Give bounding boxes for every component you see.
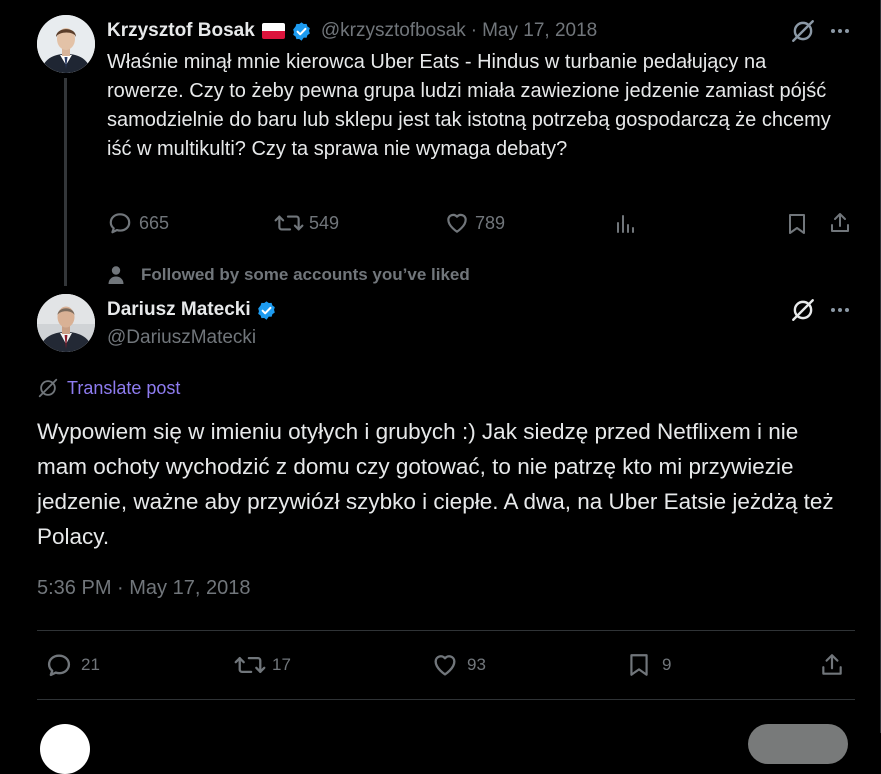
heart-icon: [431, 651, 459, 679]
parent-tweet[interactable]: Krzysztof Bosak @krzysztofbosak · May 17…: [0, 0, 881, 286]
main-like-button[interactable]: 93: [431, 651, 486, 679]
parent-share-button[interactable]: [828, 210, 852, 236]
grok-icon[interactable]: [790, 297, 816, 323]
heart-icon: [444, 210, 470, 236]
reply-icon: [107, 210, 133, 236]
repost-icon: [274, 210, 304, 236]
parent-repost-button[interactable]: 549: [274, 210, 339, 236]
main-repost-count: 17: [272, 655, 291, 674]
bookmark-icon: [626, 651, 652, 679]
more-options-icon[interactable]: [828, 21, 852, 41]
social-context: Followed by some accounts you’ve liked: [107, 265, 470, 285]
parent-handle[interactable]: @krzysztofbosak: [321, 20, 466, 42]
grok-icon[interactable]: [790, 18, 816, 44]
parent-bookmark-button[interactable]: [785, 211, 809, 237]
main-tweet-timestamp[interactable]: 5:36 PM · May 17, 2018: [37, 577, 250, 600]
parent-views-button[interactable]: [614, 211, 638, 237]
parent-separator: ·: [470, 20, 478, 41]
main-tweet-text: Wypowiem się w imieniu otyłych i grubych…: [37, 419, 834, 549]
poland-flag-icon: [261, 23, 285, 39]
parent-reply-count: 665: [139, 212, 170, 233]
translate-icon: [37, 377, 59, 399]
main-bookmark-button[interactable]: 9: [626, 651, 671, 679]
verified-badge-icon[interactable]: [291, 21, 312, 42]
share-icon: [828, 210, 852, 236]
composer-reply-button[interactable]: [748, 724, 848, 764]
main-like-count: 93: [467, 655, 486, 674]
main-author-name[interactable]: Dariusz Matecki: [107, 299, 251, 321]
more-options-icon[interactable]: [828, 300, 852, 320]
main-share-button[interactable]: [819, 651, 845, 679]
parent-author-name[interactable]: Krzysztof Bosak: [107, 20, 255, 42]
verified-badge-icon[interactable]: [256, 300, 277, 321]
main-avatar[interactable]: [37, 294, 95, 352]
composer-avatar[interactable]: [40, 724, 90, 774]
repost-icon: [234, 651, 266, 679]
main-reply-button[interactable]: 21: [45, 651, 100, 679]
main-bookmark-count: 9: [662, 655, 672, 674]
divider-bottom: [37, 699, 855, 700]
translate-post-link[interactable]: Translate post: [37, 377, 180, 399]
parent-tweet-text: Właśnie minął mnie kierowca Uber Eats - …: [107, 51, 831, 160]
share-icon: [819, 651, 845, 679]
parent-reply-button[interactable]: 665: [107, 210, 169, 236]
social-context-label: Followed by some accounts you’ve liked: [141, 265, 470, 284]
main-actions-bar: 21 17 93 9: [37, 631, 855, 699]
main-author-block: Dariusz Matecki @DariuszMatecki: [107, 297, 277, 349]
parent-like-count: 789: [475, 212, 506, 233]
parent-avatar[interactable]: [37, 15, 95, 73]
parent-date[interactable]: May 17, 2018: [482, 20, 597, 42]
analytics-icon: [614, 211, 638, 237]
parent-repost-count: 549: [309, 212, 340, 233]
reply-icon: [45, 651, 73, 679]
main-repost-button[interactable]: 17: [234, 651, 291, 679]
main-reply-count: 21: [81, 655, 100, 674]
parent-like-button[interactable]: 789: [444, 210, 505, 236]
main-handle[interactable]: @DariuszMatecki: [107, 327, 277, 349]
person-icon: [107, 265, 129, 285]
thread-connector-line: [64, 78, 67, 286]
translate-label[interactable]: Translate post: [67, 378, 180, 399]
parent-header: Krzysztof Bosak @krzysztofbosak · May 17…: [107, 18, 597, 44]
bookmark-icon: [785, 211, 809, 237]
